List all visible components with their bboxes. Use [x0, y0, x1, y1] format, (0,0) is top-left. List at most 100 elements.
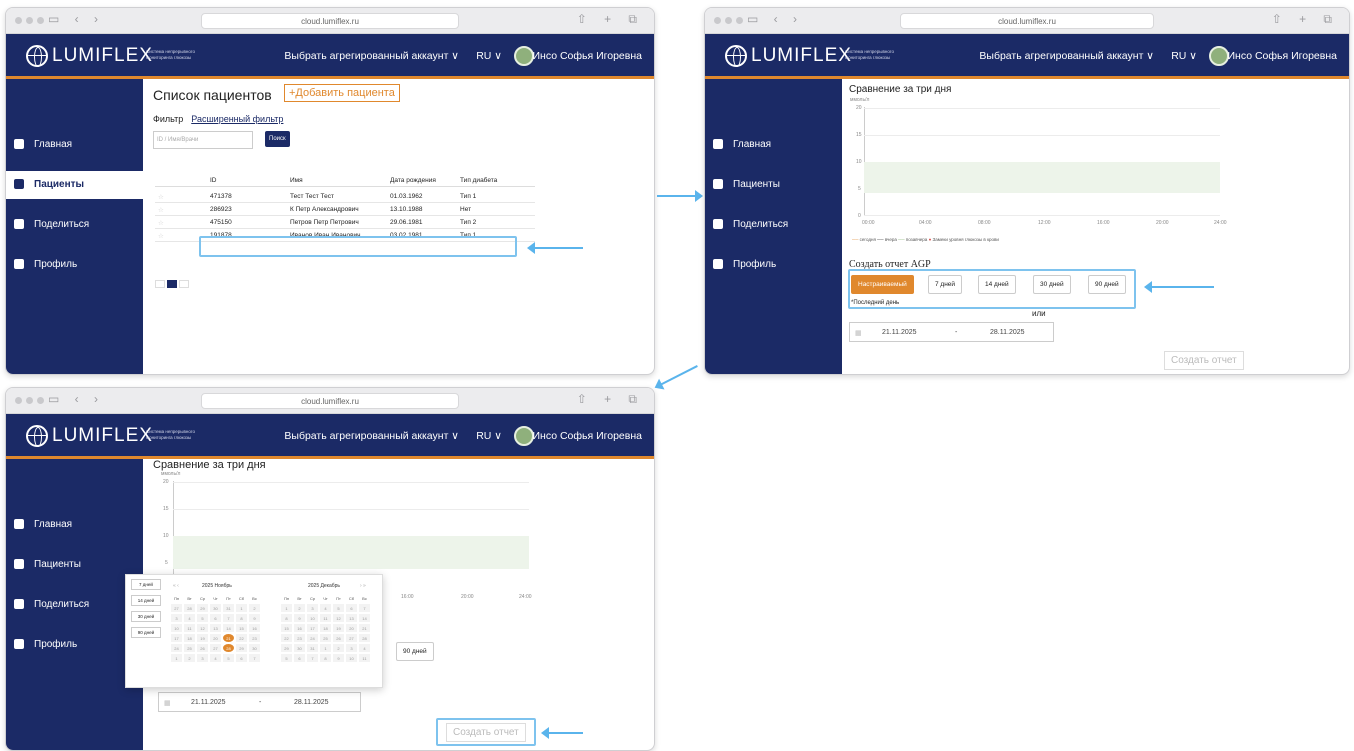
calendar-day[interactable]: 4 — [358, 643, 371, 653]
calendar-day[interactable]: 4 — [183, 613, 196, 623]
calendar-day[interactable]: 1 — [170, 653, 183, 663]
sidebar-item-share[interactable]: Поделиться — [705, 211, 842, 239]
calendar-day[interactable]: 24 — [170, 643, 183, 653]
calendar-day[interactable]: 15 — [235, 623, 248, 633]
date-from[interactable]: 21.11.2025 — [882, 329, 917, 336]
calendar-day[interactable]: 5 — [222, 653, 235, 663]
account-select[interactable]: Выбрать агрегированный аккаунт ∨ — [979, 50, 1154, 62]
sidebar-item-home[interactable]: Главная — [6, 511, 143, 539]
calendar-day[interactable]: 1 — [280, 603, 293, 613]
calendar-day[interactable]: 30 — [209, 603, 222, 613]
calendar-day[interactable]: 27 — [170, 603, 183, 613]
calendar-day[interactable]: 10 — [306, 613, 319, 623]
language-select[interactable]: RU ∨ — [476, 430, 502, 442]
user-name[interactable]: Инсо Софья Игоревна — [533, 50, 643, 62]
calendar-day[interactable]: 23 — [248, 633, 261, 643]
date-to[interactable]: 28.11.2025 — [990, 329, 1025, 336]
date-to[interactable]: 28.11.2025 — [294, 699, 329, 706]
calendar-day[interactable]: 2 — [293, 603, 306, 613]
language-select[interactable]: RU ∨ — [476, 50, 502, 62]
calendar-day[interactable]: 26 — [196, 643, 209, 653]
calendar-day[interactable]: 2 — [183, 653, 196, 663]
star-icon[interactable]: ☆ — [158, 193, 164, 201]
calendar-day[interactable]: 9 — [248, 613, 261, 623]
calendar-day[interactable]: 11 — [358, 653, 371, 663]
next-page[interactable] — [179, 280, 189, 288]
table-row[interactable]: ☆ 475150 Петров Петр Петрович 29.06.1981 Тип… — [155, 216, 535, 229]
calendar-day[interactable]: 22 — [280, 633, 293, 643]
calendar-day[interactable]: 16 — [293, 623, 306, 633]
calendar-day[interactable]: 29 — [196, 603, 209, 613]
next-month-icon[interactable]: › » — [360, 583, 366, 589]
logo[interactable]: LUMIFLEX — [26, 425, 153, 447]
calendar-day[interactable]: 7 — [306, 653, 319, 663]
calendar-day[interactable]: 28 — [358, 633, 371, 643]
quick-90-button[interactable]: 90 дней — [131, 627, 161, 638]
star-icon[interactable]: ☆ — [158, 206, 164, 214]
calendar-day[interactable]: 7 — [358, 603, 371, 613]
address-bar[interactable]: cloud.lumiflex.ru — [900, 13, 1154, 29]
calendar-day[interactable]: 8 — [235, 613, 248, 623]
window-controls[interactable] — [714, 17, 743, 24]
calendar-day[interactable]: 4 — [319, 603, 332, 613]
sidebar-item-patients[interactable]: Пациенты — [6, 551, 143, 579]
quick-7-button[interactable]: 7 дней — [131, 579, 161, 590]
calendar-day[interactable]: 2 — [248, 603, 261, 613]
sidebar-item-patients[interactable]: Пациенты — [705, 171, 842, 199]
calendar-day[interactable]: 4 — [209, 653, 222, 663]
calendar-day[interactable]: 25 — [319, 633, 332, 643]
address-bar[interactable]: cloud.lumiflex.ru — [201, 393, 459, 409]
sidebar-item-profile[interactable]: Профиль — [705, 251, 842, 279]
sidebar-item-share[interactable]: Поделиться — [6, 591, 143, 619]
sidebar-item-share[interactable]: Поделиться — [6, 211, 143, 239]
avatar[interactable] — [514, 46, 534, 66]
avatar[interactable] — [514, 426, 534, 446]
calendar-day[interactable]: 13 — [345, 613, 358, 623]
calendar-day[interactable]: 5 — [196, 613, 209, 623]
nav-icons[interactable]: ▭ ‹ › — [747, 12, 803, 26]
logo[interactable]: LUMIFLEX — [26, 45, 153, 67]
browser-tools-icons[interactable]: ⇧ + ⧉ — [577, 12, 644, 27]
prev-page[interactable] — [155, 280, 165, 288]
calendar-day[interactable]: 6 — [235, 653, 248, 663]
calendar-day[interactable]: 20 — [345, 623, 358, 633]
calendar-day[interactable]: 8 — [280, 613, 293, 623]
avatar[interactable] — [1209, 46, 1229, 66]
date-from[interactable]: 21.11.2025 — [191, 699, 226, 706]
calendar-day[interactable]: 24 — [306, 633, 319, 643]
calendar-day[interactable]: 14 — [358, 613, 371, 623]
calendar-day[interactable]: 11 — [319, 613, 332, 623]
calendar-day[interactable]: 27 — [345, 633, 358, 643]
table-row[interactable]: ☆ 286923 К Петр Александрович 13.10.1988 Нет — [155, 203, 535, 216]
calendar-day[interactable]: 11 — [183, 623, 196, 633]
period-90-button[interactable]: 90 дней — [396, 642, 434, 661]
calendar-day[interactable]: 6 — [345, 603, 358, 613]
col-dob[interactable]: Дата рождения — [390, 177, 436, 184]
search-input[interactable]: ID / Имя/Врачи — [153, 131, 253, 149]
calendar-day[interactable]: 3 — [170, 613, 183, 623]
calendar-day[interactable]: 15 — [280, 623, 293, 633]
col-id[interactable]: ID — [210, 177, 217, 184]
calendar-day[interactable]: 12 — [196, 623, 209, 633]
calendar-day[interactable]: 28 — [183, 603, 196, 613]
calendar-day[interactable]: 10 — [345, 653, 358, 663]
calendar-day[interactable]: 14 — [222, 623, 235, 633]
create-report-button[interactable]: Создать отчет — [1164, 351, 1244, 370]
calendar-day[interactable]: 19 — [196, 633, 209, 643]
calendar-day[interactable]: 21 — [222, 633, 235, 643]
user-name[interactable]: Инсо Софья Игоревна — [1228, 50, 1338, 62]
window-controls[interactable] — [15, 397, 44, 404]
calendar-day[interactable]: 7 — [248, 653, 261, 663]
calendar-day[interactable]: 21 — [358, 623, 371, 633]
calendar-day[interactable]: 20 — [209, 633, 222, 643]
browser-tools-icons[interactable]: ⇧ + ⧉ — [1272, 12, 1339, 27]
calendar-day[interactable]: 25 — [183, 643, 196, 653]
calendar-day[interactable]: 27 — [209, 643, 222, 653]
calendar-day[interactable]: 6 — [209, 613, 222, 623]
col-name[interactable]: Имя — [290, 177, 303, 184]
calendar-day[interactable]: 5 — [280, 653, 293, 663]
calendar-day[interactable]: 22 — [235, 633, 248, 643]
nav-icons[interactable]: ▭ ‹ › — [48, 12, 104, 26]
calendar-day[interactable]: 1 — [235, 603, 248, 613]
calendar-day[interactable]: 7 — [222, 613, 235, 623]
